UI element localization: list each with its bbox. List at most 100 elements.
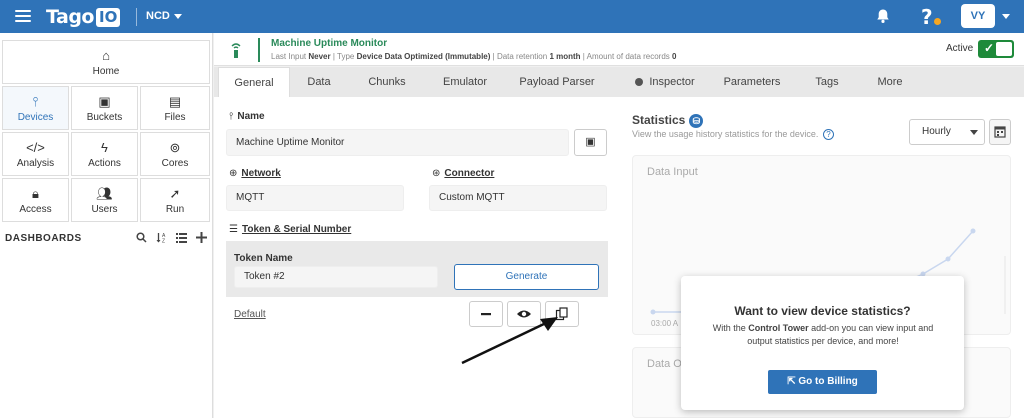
device-meta: Last Input Never | Type Device Data Opti…	[271, 52, 677, 61]
menu-icon[interactable]	[15, 10, 31, 23]
device-title: Machine Uptime Monitor	[271, 38, 388, 49]
top-bar: Tago IO NCD ? VY	[0, 0, 1024, 33]
tab-bar: General Data Chunks Emulator Payload Par…	[214, 67, 1024, 97]
sidebar-item-label: Files	[164, 112, 186, 123]
dashboard-tools: AZ	[136, 232, 207, 243]
sidebar-item-files[interactable]: ▤ Files	[140, 86, 210, 130]
statistics-upsell-popup: Want to view device statistics? With the…	[681, 276, 964, 410]
period-value: Hourly	[922, 126, 951, 137]
dashboards-header: DASHBOARDS	[5, 233, 82, 244]
list-icon[interactable]	[176, 232, 187, 243]
tab-more[interactable]: More	[869, 67, 911, 97]
tab-emulator[interactable]: Emulator	[434, 67, 496, 97]
device-small-icon: ⫯	[229, 111, 234, 122]
sidebar-item-label: Cores	[161, 158, 189, 169]
sidebar-item-label: Actions	[88, 158, 121, 169]
chevron-down-icon	[173, 13, 182, 19]
name-field[interactable]: Machine Uptime Monitor	[226, 129, 569, 156]
sidebar: ⌂ Home ⫯ Devices ▣ Buckets ▤ Files </> A…	[0, 33, 213, 418]
cart-icon: ⛁	[689, 113, 704, 128]
question-icon[interactable]: ?	[822, 129, 834, 140]
popup-body: With the Control Tower add-on you can vi…	[703, 322, 943, 348]
sidebar-item-cores[interactable]: ⊚ Cores	[140, 132, 210, 176]
tab-data[interactable]: Data	[294, 67, 344, 97]
network-field: MQTT	[226, 185, 404, 211]
network-label-text: Network	[241, 168, 281, 179]
sidebar-item-users[interactable]: 👥︎ Users	[71, 178, 138, 222]
go-to-billing-label: Go to Billing	[798, 376, 858, 387]
sidebar-item-analysis[interactable]: </> Analysis	[2, 132, 69, 176]
avatar[interactable]: VY	[961, 4, 995, 28]
search-icon[interactable]	[136, 232, 147, 243]
active-label: Active	[946, 43, 974, 54]
last-input-label: Last Input	[271, 52, 307, 61]
bucket-icon: ▣	[98, 94, 111, 109]
calendar-button[interactable]	[989, 119, 1011, 145]
help-icon[interactable]: ?	[921, 5, 933, 29]
sidebar-item-devices[interactable]: ⫯ Devices	[2, 86, 69, 130]
retention-label: Data retention	[496, 52, 548, 61]
period-select[interactable]: Hourly	[909, 119, 985, 145]
sidebar-item-buckets[interactable]: ▣ Buckets	[71, 86, 138, 130]
type-value: Device Data Optimized (Immutable)	[356, 52, 491, 61]
divider	[136, 8, 137, 26]
list-icon: ☰	[229, 224, 238, 235]
sidebar-item-home[interactable]: ⌂ Home	[2, 40, 210, 84]
records-label: Amount of data records	[586, 52, 670, 61]
tab-payload-parser[interactable]: Payload Parser	[514, 67, 600, 97]
sort-icon[interactable]: AZ	[156, 232, 167, 243]
tab-inspector[interactable]: Inspector	[624, 67, 706, 97]
tab-parameters[interactable]: Parameters	[719, 67, 785, 97]
token-section-label: ☰ Token & Serial Number	[229, 224, 351, 235]
active-toggle[interactable]: ✓	[978, 40, 1014, 58]
generate-button[interactable]: Generate	[454, 264, 599, 290]
bell-icon[interactable]	[875, 8, 891, 24]
sidebar-item-run[interactable]: ➚ Run	[140, 178, 210, 222]
sidebar-item-label: Users	[91, 204, 118, 215]
type-label: Type	[337, 52, 355, 61]
tab-chunks[interactable]: Chunks	[359, 67, 415, 97]
tab-inspector-label: Inspector	[649, 76, 695, 88]
check-icon: ✓	[984, 41, 995, 55]
device-icon	[231, 43, 241, 58]
code-icon: </>	[26, 140, 45, 155]
sidebar-item-label: Analysis	[16, 158, 55, 169]
add-icon[interactable]	[196, 232, 207, 243]
annotation-arrow-icon	[461, 317, 558, 365]
statistics-title: Statistics ⛁	[632, 113, 704, 128]
sidebar-item-label: Access	[19, 204, 52, 215]
globe-icon: ⊕	[229, 168, 238, 179]
logo-io: IO	[96, 7, 121, 27]
tab-tags[interactable]: Tags	[807, 67, 847, 97]
default-token-link[interactable]: Default	[234, 309, 266, 320]
users-icon: 👥︎	[96, 186, 113, 201]
external-link-icon: ⇱	[787, 376, 796, 387]
rocket-icon: ➚	[169, 186, 181, 201]
bolt-icon: ϟ	[101, 140, 108, 155]
divider	[258, 38, 260, 62]
data-input-axis-label: 03:00 A	[651, 319, 679, 328]
token-section-label-text: Token & Serial Number	[241, 224, 352, 235]
token-name-label: Token Name	[234, 253, 293, 264]
connector-label-text: Connector	[444, 168, 495, 179]
sidebar-item-label: Buckets	[86, 112, 123, 123]
logo[interactable]: Tago IO	[46, 6, 121, 28]
inspector-dot-icon	[635, 78, 644, 87]
sidebar-item-access[interactable]: 🔒︎ Access	[2, 178, 69, 222]
retention-value: 1 month	[549, 52, 581, 61]
home-icon: ⌂	[102, 48, 110, 63]
connector-field: Custom MQTT	[429, 185, 607, 211]
bucket-button[interactable]: ▣	[574, 129, 607, 156]
statistics-subtitle-text: View the usage history statistics for th…	[632, 129, 819, 139]
chevron-down-icon[interactable]	[1002, 14, 1010, 19]
sidebar-item-actions[interactable]: ϟ Actions	[71, 132, 138, 176]
token-name-input[interactable]: Token #2	[234, 266, 438, 288]
logo-text: Tago	[46, 6, 95, 28]
tab-general[interactable]: General	[218, 67, 290, 97]
go-to-billing-button[interactable]: ⇱ Go to Billing	[768, 370, 877, 394]
account-selector[interactable]: NCD	[146, 10, 182, 22]
cores-icon: ⊚	[169, 140, 181, 155]
lock-icon: 🔒︎	[32, 186, 39, 201]
popup-body-prefix: With the	[712, 323, 746, 333]
data-output-title: Data O	[647, 358, 682, 370]
